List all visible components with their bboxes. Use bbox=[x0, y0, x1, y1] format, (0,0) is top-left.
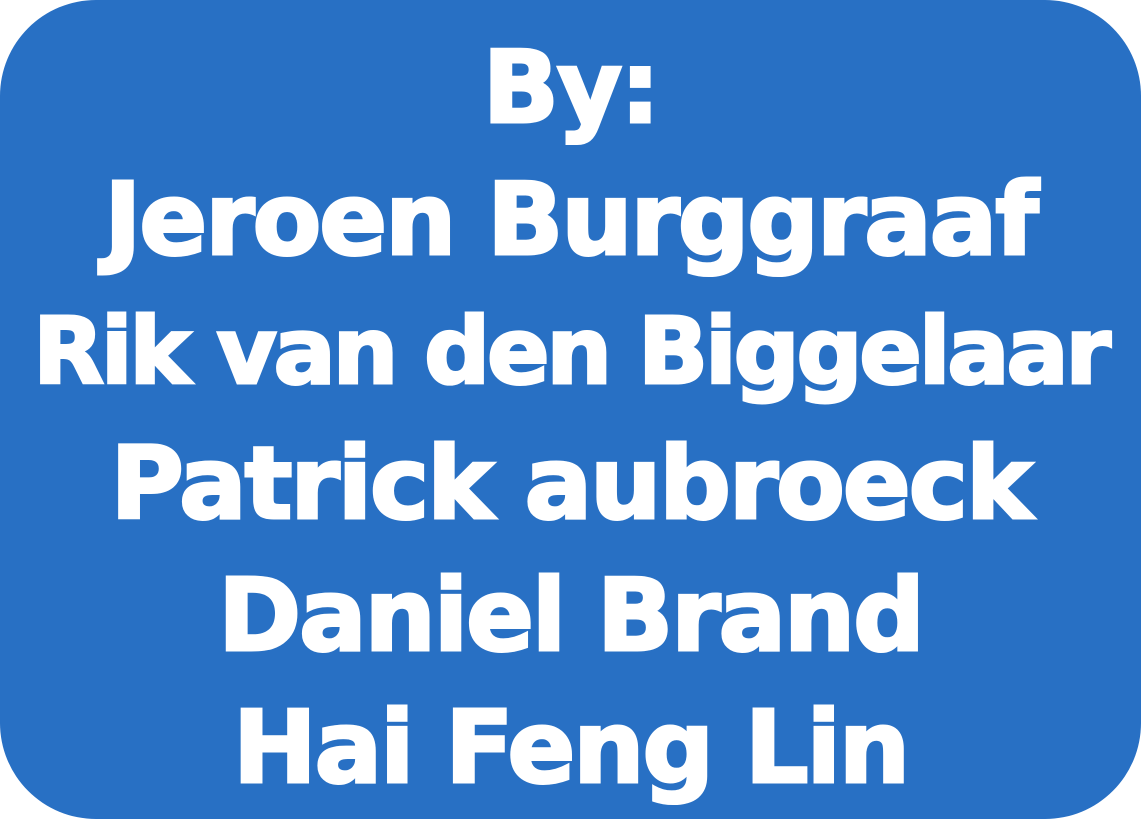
credit-name: Patrick aubroeck bbox=[109, 424, 1034, 544]
credit-name: Jeroen Burggraaf bbox=[103, 160, 1041, 280]
credits-heading: By: bbox=[481, 28, 661, 148]
credit-name: Hai Feng Lin bbox=[231, 688, 911, 808]
credit-name: Daniel Brand bbox=[217, 556, 927, 676]
credit-name: Rik van den Biggelaar bbox=[32, 297, 1113, 407]
credits-card: By: Jeroen Burggraaf Rik van den Biggela… bbox=[0, 0, 1141, 819]
